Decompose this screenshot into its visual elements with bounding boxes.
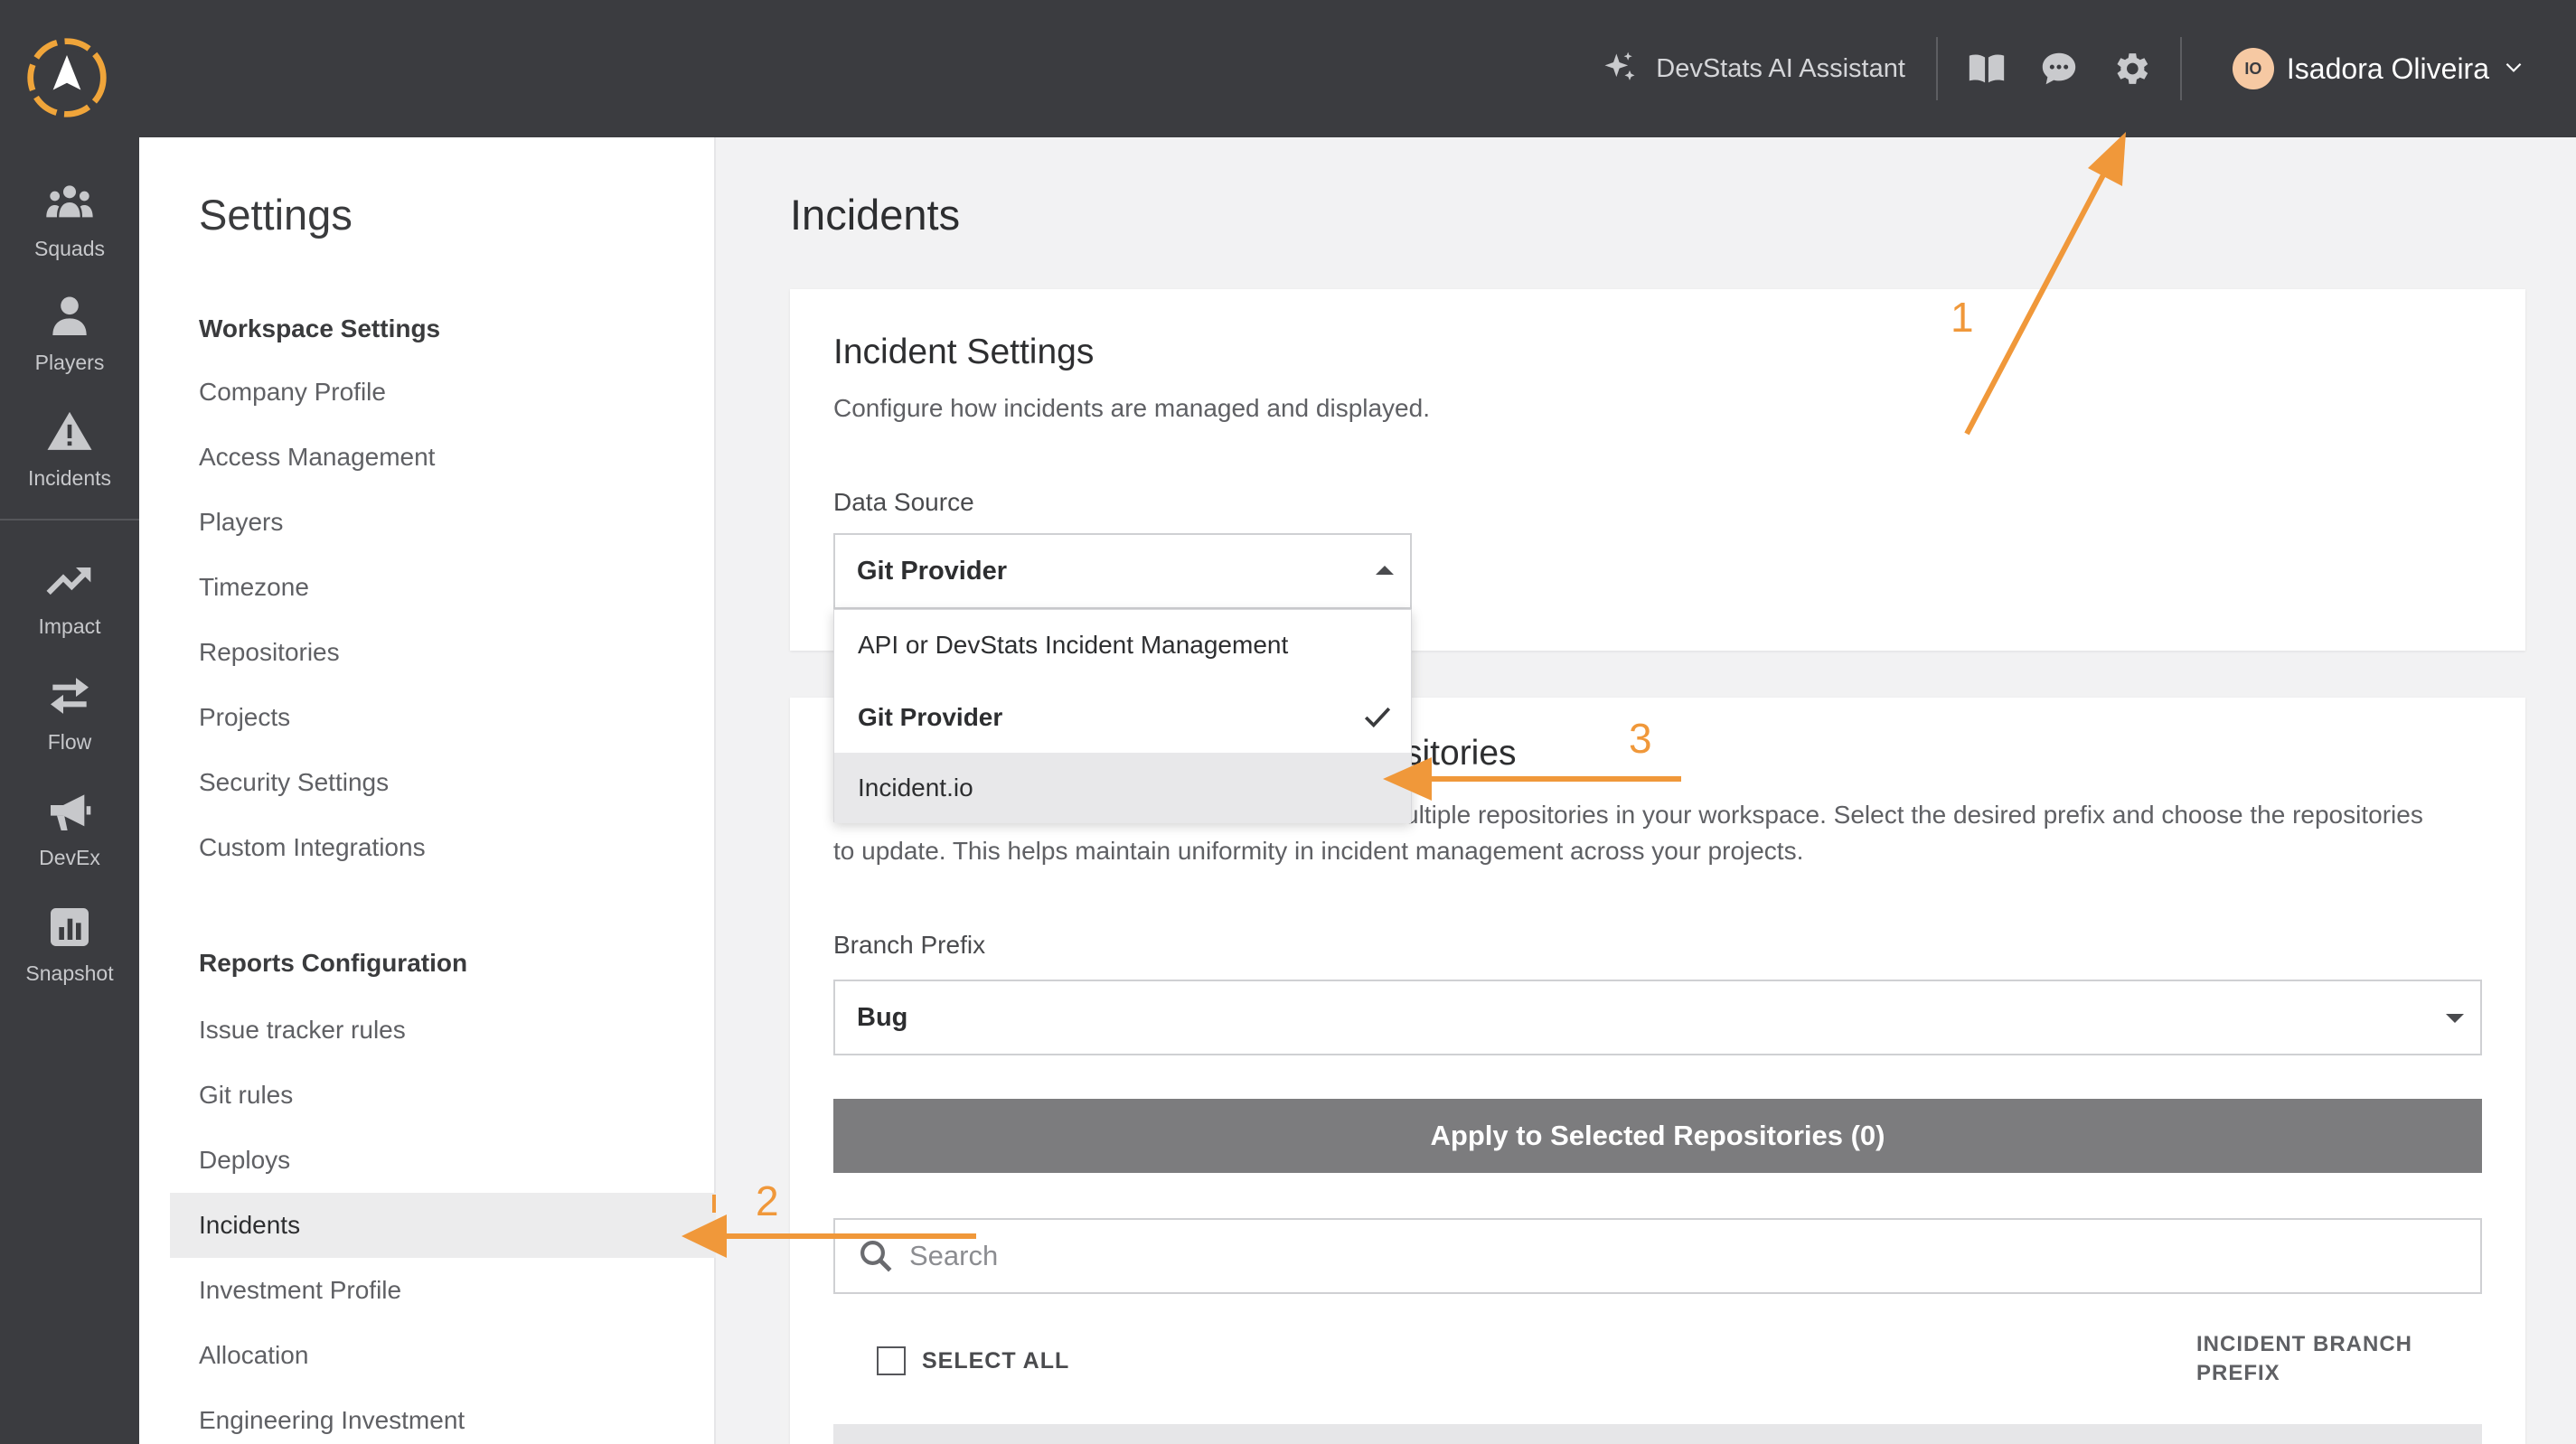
reports-configuration-heading: Reports Configuration: [199, 949, 468, 977]
chat-bubble-icon: [2042, 52, 2076, 85]
incident-settings-title: Incident Settings: [833, 333, 1095, 371]
annotation-label-1: 1: [1951, 294, 1974, 341]
rail-label: Squads: [33, 237, 105, 260]
nav-item-timezone[interactable]: Timezone: [170, 555, 716, 620]
select-all-label: SELECT ALL: [922, 1347, 1070, 1374]
trend-up-icon: [46, 567, 91, 595]
apply-to-selected-button[interactable]: Apply to Selected Repositories (0): [833, 1099, 2482, 1173]
chevron-down-icon: [2502, 52, 2525, 86]
rail-item-squads[interactable]: Squads: [0, 177, 139, 286]
person-icon: [52, 296, 87, 335]
megaphone-icon: [51, 794, 91, 830]
nav-item-investment-profile[interactable]: Investment Profile: [170, 1258, 716, 1323]
column-header-line1: INCIDENT BRANCH: [2196, 1332, 2412, 1356]
search-icon: [860, 1241, 892, 1272]
option-label: Git Provider: [858, 703, 1003, 731]
workspace-settings-heading: Workspace Settings: [199, 314, 441, 342]
user-menu[interactable]: IO Isadora Oliveira: [2182, 0, 2576, 137]
settings-title: Settings: [199, 191, 353, 239]
incident-settings-card: Incident Settings Configure how incident…: [790, 289, 2525, 651]
rail-item-impact[interactable]: Impact: [0, 555, 139, 663]
caret-up-icon: [1376, 566, 1394, 575]
users-icon: [46, 185, 93, 218]
top-bar-actions: DevStats AI Assistant IO Isadora Oliveir…: [1600, 0, 2576, 137]
nav-item-incidents[interactable]: Incidents: [170, 1193, 716, 1258]
sparkles-icon: [1604, 52, 1635, 80]
logo-icon[interactable]: [24, 34, 110, 121]
branch-prefix-select[interactable]: Bug: [833, 980, 2482, 1055]
rail-label: Players: [34, 351, 105, 374]
book-icon: [1969, 54, 2005, 83]
bar-chart-icon: [51, 908, 89, 946]
settings-sidebar: Settings Workspace Settings Company Prof…: [139, 137, 716, 1444]
nav-item-access-management[interactable]: Access Management: [170, 425, 716, 490]
incident-settings-description: Configure how incidents are managed and …: [833, 394, 1430, 422]
top-bar: DevStats AI Assistant IO Isadora Oliveir…: [0, 0, 2576, 137]
arrows-swap-icon: [51, 678, 89, 714]
checkbox[interactable]: [877, 1346, 906, 1375]
user-name: Isadora Oliveira: [2286, 52, 2489, 85]
nav-item-allocation[interactable]: Allocation: [170, 1323, 716, 1388]
search-input[interactable]: [909, 1240, 2355, 1272]
rail-label: Snapshot: [25, 961, 114, 985]
nav-item-deploys[interactable]: Deploys: [170, 1128, 716, 1193]
branch-card-title: sitories: [1405, 734, 1517, 773]
branch-prefix-label: Branch Prefix: [833, 931, 986, 959]
search-field[interactable]: [833, 1218, 2482, 1294]
ai-assistant-button[interactable]: DevStats AI Assistant: [1600, 0, 1936, 137]
data-source-select[interactable]: Git Provider: [833, 533, 1412, 609]
rail-divider: [0, 519, 139, 520]
nav-item-security-settings[interactable]: Security Settings: [170, 750, 716, 815]
rail-item-snapshot[interactable]: Snapshot: [0, 902, 139, 1010]
nav-item-engineering-investment[interactable]: Engineering Investment: [170, 1388, 716, 1444]
column-header-line2: PREFIX: [2196, 1361, 2280, 1385]
nav-item-company-profile[interactable]: Company Profile: [170, 360, 716, 425]
chat-button[interactable]: [2023, 0, 2095, 137]
annotation-label-3: 3: [1629, 715, 1652, 762]
rail-item-devex[interactable]: DevEx: [0, 786, 139, 895]
branch-card-description-line2: to update. This helps maintain uniformit…: [833, 837, 1804, 865]
caret-down-icon: [2446, 1014, 2464, 1023]
rail-label: DevEx: [39, 846, 100, 869]
nav-item-git-rules[interactable]: Git rules: [170, 1063, 716, 1128]
annotation-label-2: 2: [756, 1177, 779, 1224]
nav-item-projects[interactable]: Projects: [170, 685, 716, 750]
incident-branch-prefix-column-header: INCIDENT BRANCH PREFIX: [2196, 1330, 2431, 1388]
rail-label: Flow: [47, 730, 92, 754]
data-source-label: Data Source: [833, 488, 974, 516]
ai-assistant-label: DevStats AI Assistant: [1656, 53, 1905, 83]
left-rail: Squads Players Incidents Impact Flow Dev…: [0, 0, 139, 1444]
option-incident-io[interactable]: Incident.io: [834, 753, 1411, 823]
avatar: IO: [2232, 48, 2274, 89]
page-title: Incidents: [790, 191, 961, 239]
rail-item-players[interactable]: Players: [0, 291, 139, 399]
gear-icon: [2117, 53, 2148, 84]
divider: [1935, 37, 1938, 100]
rail-item-flow[interactable]: Flow: [0, 670, 139, 779]
select-all-checkbox[interactable]: SELECT ALL: [877, 1346, 1069, 1375]
data-source-value: Git Provider: [857, 556, 1007, 586]
branch-card-description-line1: ultiple repositories in your workspace. …: [1405, 801, 2423, 829]
rail-label: Incidents: [27, 466, 112, 490]
table-row: [833, 1424, 2482, 1444]
rail-label: Impact: [38, 614, 101, 638]
option-api-devstats[interactable]: API or DevStats Incident Management: [834, 610, 1411, 680]
docs-button[interactable]: [1951, 0, 2023, 137]
nav-item-players[interactable]: Players: [170, 490, 716, 555]
rail-item-incidents[interactable]: Incidents: [0, 407, 139, 515]
data-source-dropdown: API or DevStats Incident Management Git …: [833, 609, 1412, 823]
nav-item-issue-tracker-rules[interactable]: Issue tracker rules: [170, 998, 716, 1063]
warning-icon: [47, 411, 92, 450]
branch-prefix-value: Bug: [857, 1002, 908, 1032]
settings-button[interactable]: [2095, 0, 2167, 137]
checkmark-icon: [1364, 707, 1391, 728]
nav-item-repositories[interactable]: Repositories: [170, 620, 716, 685]
nav-item-custom-integrations[interactable]: Custom Integrations: [170, 815, 716, 880]
option-git-provider[interactable]: Git Provider: [834, 682, 1411, 753]
